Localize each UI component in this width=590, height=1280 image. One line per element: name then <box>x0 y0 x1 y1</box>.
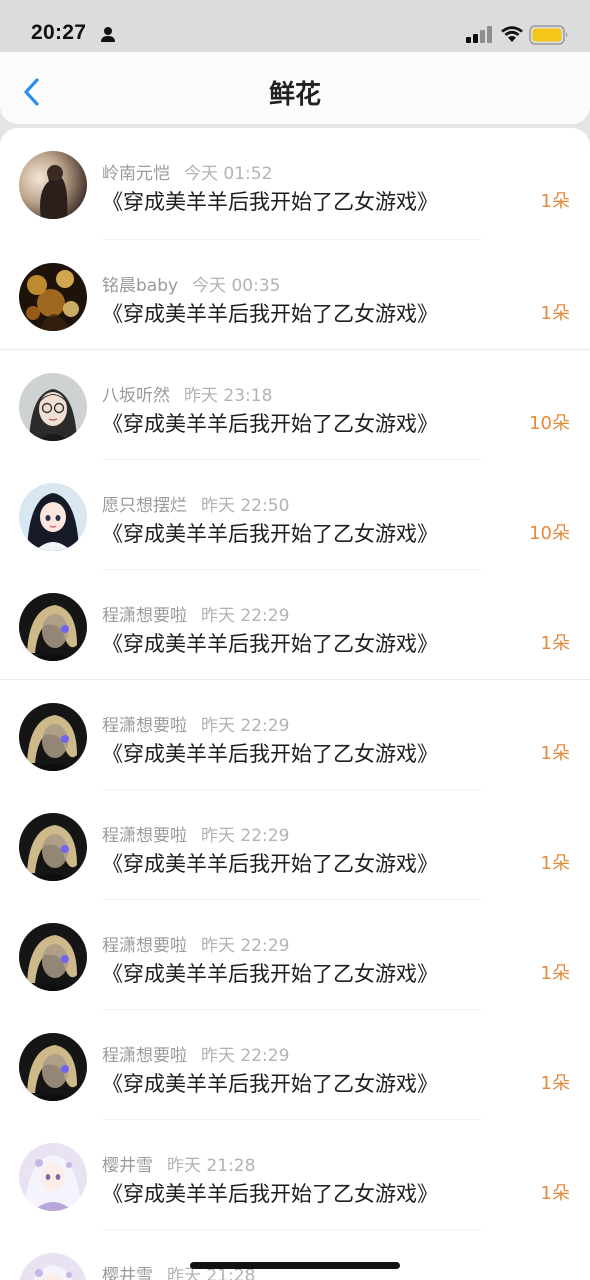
status-bar: 20:27 <box>0 0 590 52</box>
book-title: 《穿成美羊羊后我开始了乙女游戏》 <box>102 412 438 436</box>
avatar[interactable] <box>19 373 87 441</box>
flower-count: 1朵 <box>540 1183 570 1204</box>
sent-time: 昨天 23:18 <box>184 386 273 406</box>
wifi-icon <box>501 26 523 42</box>
sender-meta: 程潇想要啦 昨天 22:29 <box>102 1041 289 1066</box>
list-item[interactable]: 程潇想要啦 昨天 22:29 《穿成美羊羊后我开始了乙女游戏》 1朵 <box>0 790 590 900</box>
sender-name: 程潇想要啦 <box>102 1046 187 1066</box>
sent-time: 昨天 22:29 <box>201 936 290 956</box>
sender-name: 程潇想要啦 <box>102 606 187 626</box>
sender-meta: 程潇想要啦 昨天 22:29 <box>102 601 289 626</box>
sender-meta: 樱井雪 昨天 21:28 <box>102 1151 255 1176</box>
sender-name: 铭晨baby <box>102 276 179 296</box>
book-title: 《穿成美羊羊后我开始了乙女游戏》 <box>102 632 438 656</box>
avatar[interactable] <box>19 483 87 551</box>
sender-meta: 程潇想要啦 昨天 22:29 <box>102 931 289 956</box>
sent-time: 昨天 22:29 <box>201 1046 290 1066</box>
list-item[interactable]: 愿只想摆烂 昨天 22:50 《穿成美羊羊后我开始了乙女游戏》 10朵 <box>0 460 590 570</box>
book-title: 《穿成美羊羊后我开始了乙女游戏》 <box>102 1072 438 1096</box>
avatar[interactable] <box>19 593 87 661</box>
sent-time: 昨天 22:29 <box>201 716 290 736</box>
list-item[interactable]: 程潇想要啦 昨天 22:29 《穿成美羊羊后我开始了乙女游戏》 1朵 <box>0 570 590 680</box>
flower-count: 1朵 <box>540 963 570 984</box>
book-title: 《穿成美羊羊后我开始了乙女游戏》 <box>102 522 438 546</box>
status-time: 20:27 <box>31 21 87 44</box>
avatar[interactable] <box>19 263 87 331</box>
sender-name: 樱井雪 <box>102 1266 153 1280</box>
flower-count: 1朵 <box>540 1073 570 1094</box>
person-icon <box>101 27 115 42</box>
book-title: 《穿成美羊羊后我开始了乙女游戏》 <box>102 852 438 876</box>
flower-count: 1朵 <box>540 303 570 324</box>
avatar[interactable] <box>19 1253 87 1280</box>
avatar[interactable] <box>19 1033 87 1101</box>
sender-meta: 程潇想要啦 昨天 22:29 <box>102 821 289 846</box>
list-item[interactable]: 樱井雪 昨天 21:28 《穿成美羊羊后我开始了乙女游戏》 1朵 <box>0 1120 590 1230</box>
flower-count: 1朵 <box>540 191 570 212</box>
flower-count: 10朵 <box>529 413 570 434</box>
book-title: 《穿成美羊羊后我开始了乙女游戏》 <box>102 190 438 214</box>
sender-name: 八坂听然 <box>102 386 170 406</box>
flower-count: 10朵 <box>529 523 570 544</box>
avatar[interactable] <box>19 703 87 771</box>
sent-time: 昨天 22:29 <box>201 606 290 626</box>
sent-time: 昨天 22:50 <box>201 496 290 516</box>
sender-meta: 八坂听然 昨天 23:18 <box>102 381 272 406</box>
list-item[interactable]: 程潇想要啦 昨天 22:29 《穿成美羊羊后我开始了乙女游戏》 1朵 <box>0 680 590 790</box>
sender-name: 愿只想摆烂 <box>102 496 187 516</box>
avatar[interactable] <box>19 1143 87 1211</box>
signal-icon <box>466 26 492 43</box>
sent-time: 昨天 21:28 <box>167 1156 256 1176</box>
avatar[interactable] <box>19 813 87 881</box>
sender-meta: 铭晨baby 今天 00:35 <box>102 271 280 296</box>
sender-meta: 愿只想摆烂 昨天 22:50 <box>102 491 289 516</box>
list-item[interactable]: 程潇想要啦 昨天 22:29 《穿成美羊羊后我开始了乙女游戏》 1朵 <box>0 1010 590 1120</box>
book-title: 《穿成美羊羊后我开始了乙女游戏》 <box>102 302 438 326</box>
book-title: 《穿成美羊羊后我开始了乙女游戏》 <box>102 962 438 986</box>
sender-name: 程潇想要啦 <box>102 826 187 846</box>
battery-icon <box>529 25 568 45</box>
list-item[interactable]: 八坂听然 昨天 23:18 《穿成美羊羊后我开始了乙女游戏》 10朵 <box>0 350 590 460</box>
sender-name: 程潇想要啦 <box>102 936 187 956</box>
book-title: 《穿成美羊羊后我开始了乙女游戏》 <box>102 742 438 766</box>
page-title: 鲜花 <box>268 80 321 110</box>
list-item[interactable]: 铭晨baby 今天 00:35 《穿成美羊羊后我开始了乙女游戏》 1朵 <box>0 240 590 350</box>
sender-name: 岭南元恺 <box>102 164 170 184</box>
sent-time: 昨天 22:29 <box>201 826 290 846</box>
book-title: 《穿成美羊羊后我开始了乙女游戏》 <box>102 1182 438 1206</box>
avatar[interactable] <box>19 151 87 219</box>
list-item[interactable]: 程潇想要啦 昨天 22:29 《穿成美羊羊后我开始了乙女游戏》 1朵 <box>0 900 590 1010</box>
home-indicator[interactable] <box>190 1262 400 1269</box>
list-item[interactable]: 岭南元恺 今天 01:52 《穿成美羊羊后我开始了乙女游戏》 1朵 <box>0 128 590 240</box>
sender-name: 程潇想要啦 <box>102 716 187 736</box>
flower-count: 1朵 <box>540 633 570 654</box>
sent-time: 今天 00:35 <box>192 276 281 296</box>
sender-name: 樱井雪 <box>102 1156 153 1176</box>
nav-bar: 鲜花 <box>0 52 590 124</box>
flower-count: 1朵 <box>540 853 570 874</box>
sender-meta: 岭南元恺 今天 01:52 <box>102 159 272 184</box>
avatar[interactable] <box>19 923 87 991</box>
sender-meta: 程潇想要啦 昨天 22:29 <box>102 711 289 736</box>
flower-count: 1朵 <box>540 743 570 764</box>
flower-list: 岭南元恺 今天 01:52 《穿成美羊羊后我开始了乙女游戏》 1朵 铭晨baby 今天 0… <box>0 128 590 1280</box>
sent-time: 今天 01:52 <box>184 164 273 184</box>
list-item[interactable]: 樱井雪 昨天 21:28 <box>0 1230 590 1280</box>
